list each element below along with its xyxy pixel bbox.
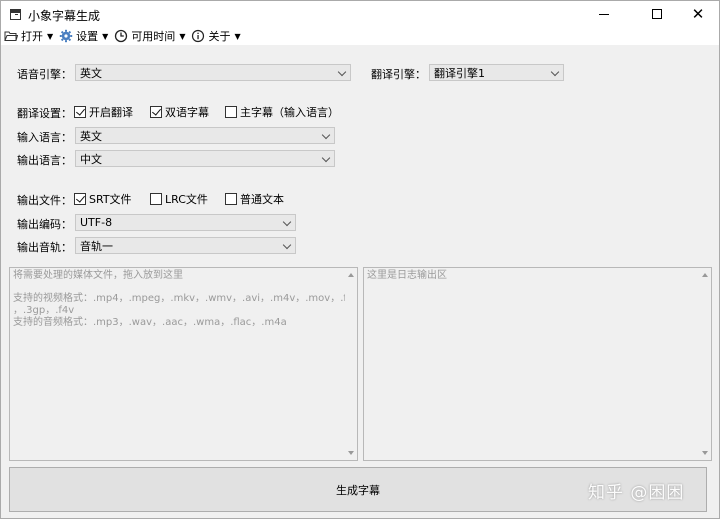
generate-subtitles-label: 生成字幕: [336, 483, 380, 497]
audio-track-label: 输出音轨：: [17, 241, 72, 254]
scroll-down-icon[interactable]: [702, 451, 708, 455]
menu-about-label: 关于: [208, 30, 231, 43]
audio-formats-text: 支持的音频格式：.mp3，.wav，.aac，.wma，.flac，.m4a: [13, 317, 287, 328]
drop-hint: 将需要处理的媒体文件，拖入放到这里: [13, 270, 183, 281]
menu-open-label: 打开: [21, 30, 43, 43]
speech-engine-value: 英文: [80, 66, 102, 80]
chevron-down-icon: ▼: [234, 31, 241, 41]
menu-bar: 打开 ▼ 设置 ▼ 可用时间 ▼ 关于 ▼: [1, 27, 719, 45]
close-button[interactable]: ✕: [675, 1, 720, 27]
srt-label: SRT文件: [89, 193, 132, 206]
main-subtitle-checkbox[interactable]: 主字幕（输入语言）: [225, 104, 339, 120]
video-formats-text-cont: ，.3gp，.f4v: [13, 305, 75, 316]
speech-engine-label: 语音引擎：: [17, 68, 72, 81]
plain-text-label: 普通文本: [240, 193, 284, 206]
scrollbar[interactable]: [699, 268, 711, 460]
main-subtitle-label: 主字幕（输入语言）: [240, 106, 339, 119]
menu-settings-label: 设置: [76, 30, 99, 43]
app-icon: [10, 9, 21, 20]
gear-icon: [59, 29, 73, 43]
audio-track-value: 音轨一: [80, 239, 113, 253]
menu-available-time-label: 可用时间: [131, 30, 176, 43]
checkbox-box: [74, 106, 86, 118]
enable-translate-label: 开启翻译: [89, 106, 133, 119]
audio-track-select[interactable]: 音轨一: [75, 237, 296, 254]
folder-icon: [4, 31, 18, 41]
menu-about[interactable]: 关于 ▼: [191, 27, 241, 45]
translate-engine-select[interactable]: 翻译引擎1: [429, 64, 564, 81]
bilingual-label: 双语字幕: [165, 106, 209, 119]
close-icon: ✕: [691, 4, 705, 23]
chevron-down-icon: [321, 153, 331, 163]
scrollbar[interactable]: [345, 268, 357, 460]
minimize-icon: [599, 13, 609, 15]
output-language-label: 输出语言：: [17, 154, 72, 167]
scroll-down-icon[interactable]: [348, 451, 354, 455]
menu-available-time[interactable]: 可用时间 ▼: [114, 27, 185, 45]
translate-settings-label: 翻译设置：: [17, 107, 72, 120]
chevron-down-icon: [337, 67, 347, 77]
lrc-label: LRC文件: [165, 193, 208, 206]
watermark: 知乎 @困困: [588, 483, 685, 503]
maximize-icon: [652, 9, 662, 19]
checkbox-box: [225, 106, 237, 118]
translate-engine-value: 翻译引擎1: [434, 66, 485, 80]
input-language-value: 英文: [80, 129, 102, 143]
srt-checkbox[interactable]: SRT文件: [74, 191, 132, 207]
chevron-down-icon: [321, 130, 331, 140]
app-window: 小象字幕生成 ✕ 打开 ▼ 设置 ▼ 可用时间 ▼ 关于 ▼ 语音引擎： 英文 …: [0, 0, 720, 519]
chevron-down-icon: ▼: [179, 31, 186, 41]
input-language-select[interactable]: 英文: [75, 127, 335, 144]
clock-icon: [115, 29, 128, 43]
window-title: 小象字幕生成: [28, 9, 101, 23]
chevron-down-icon: ▼: [102, 31, 109, 41]
output-encoding-select[interactable]: UTF-8: [75, 214, 296, 231]
chevron-down-icon: ▼: [47, 31, 54, 41]
media-drop-area[interactable]: 将需要处理的媒体文件，拖入放到这里 支持的视频格式：.mp4，.mpeg，.mk…: [9, 267, 358, 461]
input-language-label: 输入语言：: [17, 131, 72, 144]
title-bar: 小象字幕生成 ✕: [1, 1, 719, 27]
lrc-checkbox[interactable]: LRC文件: [150, 191, 208, 207]
maximize-button[interactable]: [634, 1, 680, 27]
checkbox-box: [225, 193, 237, 205]
enable-translate-checkbox[interactable]: 开启翻译: [74, 104, 133, 120]
output-encoding-label: 输出编码：: [17, 218, 72, 231]
plain-text-checkbox[interactable]: 普通文本: [225, 191, 284, 207]
output-language-value: 中文: [80, 152, 102, 166]
chevron-down-icon: [550, 67, 560, 77]
chevron-down-icon: [282, 240, 292, 250]
checkbox-box: [74, 193, 86, 205]
output-file-label: 输出文件：: [17, 194, 72, 207]
menu-open[interactable]: 打开 ▼: [4, 27, 53, 45]
log-placeholder: 这里是日志输出区: [367, 270, 447, 281]
translate-engine-label: 翻译引擎：: [371, 68, 426, 81]
checkbox-box: [150, 106, 162, 118]
video-formats-text: 支持的视频格式：.mp4，.mpeg，.mkv，.wmv，.avi，.m4v，.…: [13, 293, 358, 304]
checkbox-box: [150, 193, 162, 205]
speech-engine-select[interactable]: 英文: [75, 64, 351, 81]
log-output-area[interactable]: 这里是日志输出区: [363, 267, 712, 461]
scroll-up-icon[interactable]: [702, 273, 708, 277]
output-encoding-value: UTF-8: [80, 216, 113, 229]
chevron-down-icon: [282, 217, 292, 227]
info-icon: [192, 29, 205, 43]
bilingual-checkbox[interactable]: 双语字幕: [150, 104, 209, 120]
output-language-select[interactable]: 中文: [75, 150, 335, 167]
menu-settings[interactable]: 设置 ▼: [59, 27, 108, 45]
scroll-up-icon[interactable]: [348, 273, 354, 277]
minimize-button[interactable]: [581, 1, 627, 27]
